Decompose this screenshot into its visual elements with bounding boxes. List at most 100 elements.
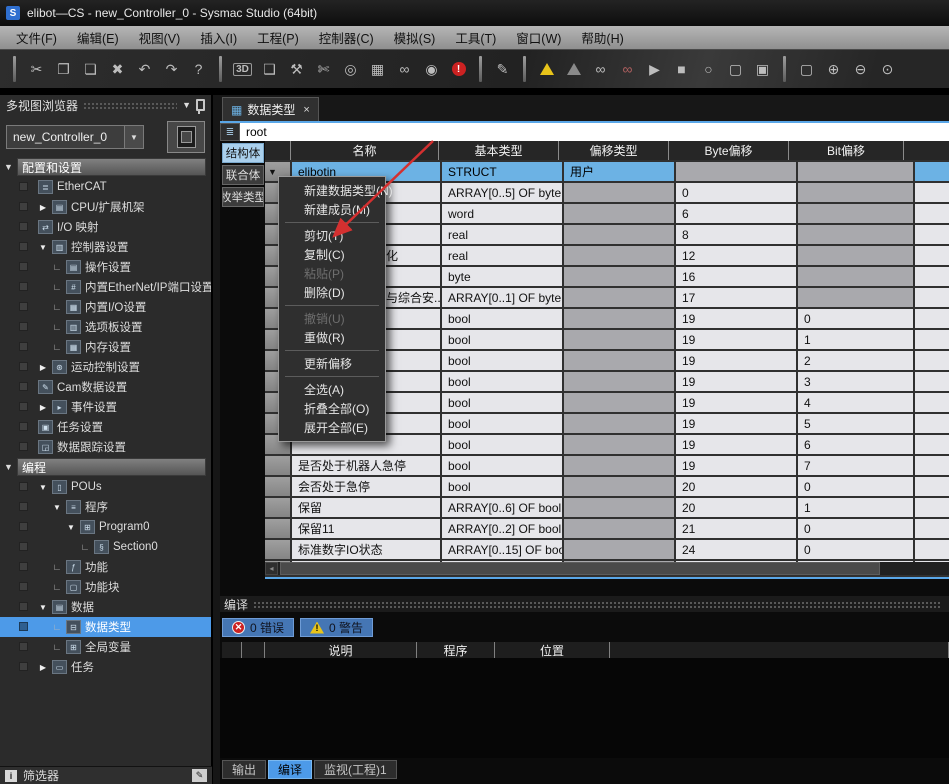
cell-offset-type[interactable]	[564, 477, 674, 496]
cell-base-type[interactable]: STRUCT	[442, 162, 562, 181]
context-menu-item[interactable]: 展开全部(E)	[279, 418, 385, 437]
nav-tree-item[interactable]: ▶▭任务	[0, 657, 211, 677]
context-menu-item[interactable]: 更新偏移	[279, 354, 385, 373]
nav-tree-item[interactable]: ∟ƒ功能	[0, 557, 211, 577]
table-row[interactable]: 是否处于机器人急停bool197	[265, 456, 949, 475]
cell-bit-offset[interactable]	[798, 288, 913, 307]
table-row[interactable]: 保留ARRAY[0..6] OF bool201	[265, 498, 949, 517]
bottom-tab[interactable]: 编译	[268, 760, 312, 779]
cell-offset-type[interactable]	[564, 288, 674, 307]
cell-bit-offset[interactable]	[798, 246, 913, 265]
cell-offset-type[interactable]	[564, 393, 674, 412]
cell-offset-type[interactable]	[564, 225, 674, 244]
cell-byte-offset[interactable]: 19	[676, 351, 796, 370]
cell-offset-type[interactable]	[564, 267, 674, 286]
cell-offset-type[interactable]	[564, 330, 674, 349]
horizontal-scrollbar[interactable]: ◂	[265, 562, 949, 575]
down-marker-icon[interactable]: ▼	[38, 603, 48, 612]
cell-offset-type[interactable]: 用户	[564, 162, 674, 181]
cell-base-type[interactable]: bool	[442, 456, 562, 475]
right-marker-icon[interactable]: ▶	[38, 363, 48, 372]
cell-base-type[interactable]: bool	[442, 393, 562, 412]
cell-byte-offset[interactable]: 16	[676, 267, 796, 286]
cell-base-type[interactable]: bool	[442, 351, 562, 370]
cell-base-type[interactable]: ARRAY[0..5] OF byte	[442, 183, 562, 202]
chevron-down-icon[interactable]: ▼	[182, 100, 191, 110]
close-icon[interactable]: ×	[303, 104, 309, 116]
nav-tree-item[interactable]: ∟▤操作设置	[0, 257, 211, 277]
nav-section-header[interactable]: ▼编程	[0, 457, 211, 477]
troubleshoot-icon[interactable]: !	[445, 56, 472, 82]
cell-offset-type[interactable]	[564, 351, 674, 370]
cell-bit-offset[interactable]	[798, 225, 913, 244]
cell-bit-offset[interactable]: 0	[798, 519, 913, 538]
copy-icon[interactable]: ❐	[50, 56, 77, 82]
right-marker-icon[interactable]: ▶	[38, 663, 48, 672]
nav-tree-item[interactable]: ∟▥选项板设置	[0, 317, 211, 337]
rebuild-icon[interactable]: ✄	[310, 56, 337, 82]
nav-tree-item[interactable]: ▼▯POUs	[0, 477, 211, 497]
cell-offset-type[interactable]	[564, 246, 674, 265]
nav-tree-item[interactable]: ∟▦内存设置	[0, 337, 211, 357]
right-marker-icon[interactable]: ▶	[38, 403, 48, 412]
category-tab[interactable]: 联合体	[222, 165, 264, 185]
panel-splitter[interactable]	[212, 95, 220, 784]
table-row[interactable]: 保留11ARRAY[0..2] OF bool 210	[265, 519, 949, 538]
nav-tree-item[interactable]: ⇄I/O 映射	[0, 217, 211, 237]
cell-byte-offset[interactable]: 17	[676, 288, 796, 307]
chevron-down-icon[interactable]: ▼	[124, 126, 143, 148]
bottom-tab[interactable]: 监视(工程)1	[314, 760, 397, 779]
cell-offset-type[interactable]	[564, 498, 674, 517]
warning-count-badge[interactable]: ! 0 警告	[300, 618, 373, 637]
cell-byte-offset[interactable]: 20	[676, 477, 796, 496]
menubar-item[interactable]: 窗口(W)	[506, 25, 571, 50]
cell-base-type[interactable]: bool	[442, 330, 562, 349]
context-menu-item[interactable]: 复制(C)	[279, 245, 385, 264]
cell-name[interactable]: 保留11	[292, 519, 440, 538]
context-menu-item[interactable]: 剪切(T)	[279, 226, 385, 245]
cell-base-type[interactable]: real	[442, 246, 562, 265]
context-menu-item[interactable]: 重做(R)	[279, 328, 385, 347]
cell-offset-type[interactable]	[564, 456, 674, 475]
build-icon[interactable]: ⚒	[283, 56, 310, 82]
pin-icon[interactable]	[196, 99, 205, 111]
menubar-item[interactable]: 视图(V)	[129, 25, 191, 50]
cell-byte-offset[interactable]: 19	[676, 393, 796, 412]
tab-data-types[interactable]: ▦ 数据类型 ×	[222, 97, 319, 121]
zoom-fit-icon[interactable]: ▢	[793, 56, 820, 82]
cell-byte-offset[interactable]: 12	[676, 246, 796, 265]
run-icon[interactable]: ▶	[641, 56, 668, 82]
sim-watch-icon[interactable]: ∞	[587, 56, 614, 82]
cell-bit-offset[interactable]: 0	[798, 540, 913, 559]
nav-tree-item[interactable]: ▶▤CPU/扩展机架	[0, 197, 211, 217]
cell-offset-type[interactable]	[564, 435, 674, 454]
context-menu-item[interactable]: 新建数据类型(N)	[279, 181, 385, 200]
cell-byte-offset[interactable]: 19	[676, 372, 796, 391]
watch-table-icon[interactable]: ▦	[364, 56, 391, 82]
cell-bit-offset[interactable]	[798, 267, 913, 286]
cell-byte-offset[interactable]: 20	[676, 498, 796, 517]
context-menu-item[interactable]: 全选(A)	[279, 380, 385, 399]
filter-bar[interactable]: i 筛选器 ✎	[0, 766, 212, 784]
redo-icon[interactable]: ↷	[158, 56, 185, 82]
delete-icon[interactable]: ✖	[104, 56, 131, 82]
header-cell[interactable]: 偏移类型	[558, 141, 668, 160]
menubar-item[interactable]: 工程(P)	[247, 25, 309, 50]
nav-tree-item[interactable]: ≣EtherCAT	[0, 177, 211, 197]
cut-icon[interactable]: ✂	[23, 56, 50, 82]
nav-tree-item[interactable]: ∟⊟数据类型	[0, 617, 211, 637]
cell-base-type[interactable]: word	[442, 204, 562, 223]
cell-byte-offset[interactable]: 19	[676, 414, 796, 433]
menubar-item[interactable]: 文件(F)	[6, 25, 67, 50]
search-icon[interactable]: ◉	[418, 56, 445, 82]
cell-name[interactable]: 会否处于急停	[292, 477, 440, 496]
menubar-item[interactable]: 编辑(E)	[67, 25, 129, 50]
edit-filter-icon[interactable]: ✎	[192, 769, 207, 782]
nav-tree-item[interactable]: ◲数据跟踪设置	[0, 437, 211, 457]
cell-name[interactable]: 标准数字IO状态	[292, 540, 440, 559]
sim-watch-off-icon[interactable]: ∞	[614, 56, 641, 82]
cell-base-type[interactable]: ARRAY[0..2] OF bool	[442, 519, 562, 538]
cell-byte-offset[interactable]: 21	[676, 519, 796, 538]
online-icon[interactable]: ○	[695, 56, 722, 82]
cell-base-type[interactable]: bool	[442, 477, 562, 496]
